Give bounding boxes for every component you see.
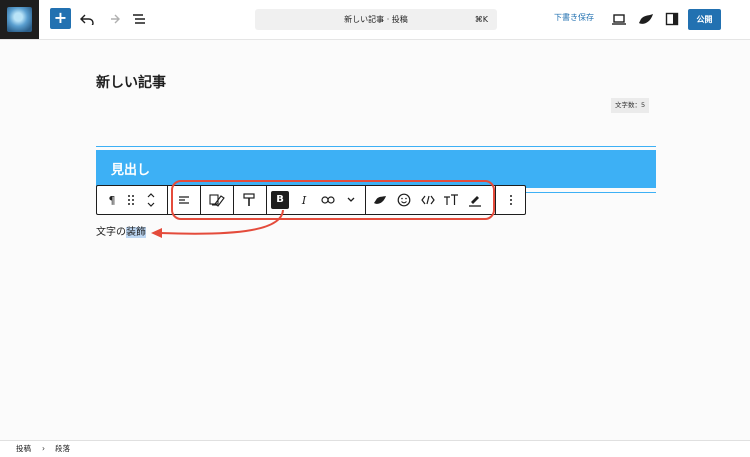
breadcrumb: 投稿 › 段落 [0, 440, 750, 457]
selected-text: 装飾 [126, 227, 146, 238]
breadcrumb-item-post[interactable]: 投稿 [16, 441, 31, 457]
breadcrumb-separator: › [42, 444, 45, 453]
paragraph-block[interactable]: 文字の装飾 [96, 224, 146, 241]
breadcrumb-item-paragraph[interactable]: 段落 [55, 441, 70, 457]
paragraph-text: 文字の [96, 227, 126, 238]
